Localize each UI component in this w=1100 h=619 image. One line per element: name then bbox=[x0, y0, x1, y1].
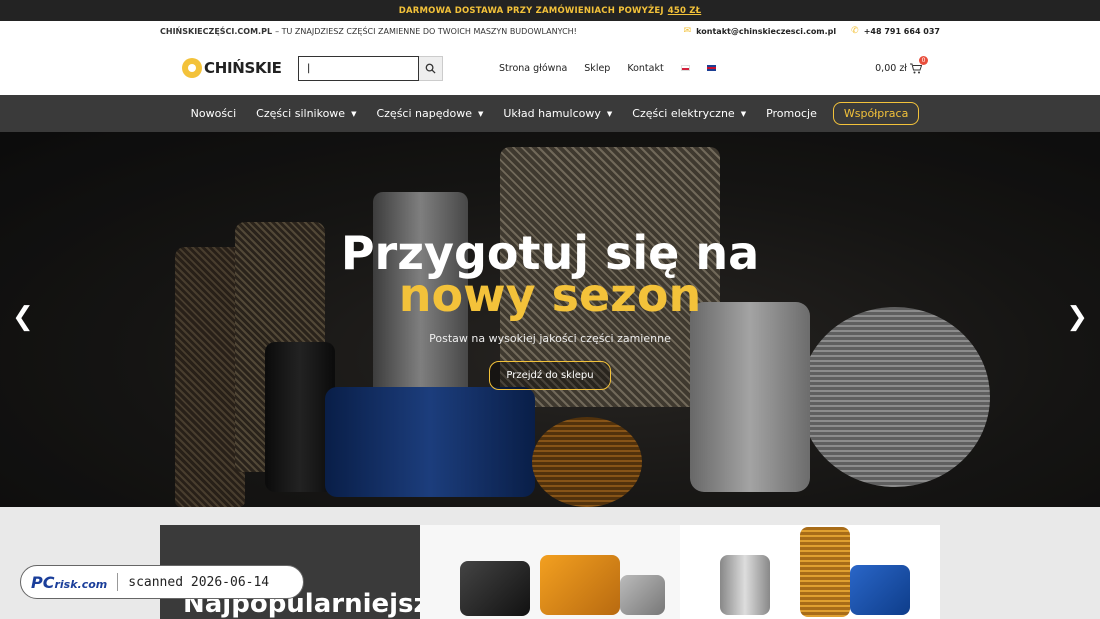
nav-promotions-label: Promocje bbox=[766, 107, 817, 120]
pcrisk-logo-suffix: risk.com bbox=[54, 577, 108, 591]
nav-promotions[interactable]: Promocje bbox=[756, 107, 827, 120]
category-card-parts[interactable] bbox=[420, 525, 680, 619]
nav-brake-system[interactable]: Układ hamulcowy ▼ bbox=[493, 107, 622, 120]
email-text: kontakt@chinskieczesci.com.pl bbox=[696, 26, 837, 36]
watermark-divider bbox=[117, 573, 119, 591]
topbar-tagline: – TU ZNAJDZIESZ CZĘŚCI ZAMIENNE DO TWOIC… bbox=[275, 26, 577, 36]
chevron-left-icon[interactable]: ❮ bbox=[12, 302, 34, 332]
polish-flag-icon[interactable] bbox=[680, 65, 690, 71]
phone-text: +48 791 664 037 bbox=[863, 26, 940, 36]
nav-drive-label: Części napędowe bbox=[376, 107, 472, 120]
site-logo[interactable]: CHIŃSKIE bbox=[182, 58, 292, 78]
product-image bbox=[540, 555, 620, 615]
scan-watermark: PCrisk.com scanned 2026-06-14 bbox=[20, 565, 304, 599]
mail-icon: ✉ bbox=[683, 26, 692, 36]
nav-new-label: Nowości bbox=[190, 107, 237, 120]
promo-bar: DARMOWA DOSTAWA PRZY ZAMÓWIENIACH POWYŻE… bbox=[0, 0, 1100, 21]
language-switcher bbox=[680, 65, 716, 71]
site-header: CHIŃSKIE Strona główna Sklep Kontakt 0,0… bbox=[0, 41, 1100, 95]
product-image bbox=[620, 575, 665, 615]
caret-down-icon: ▼ bbox=[740, 109, 747, 118]
cooperation-button[interactable]: Współpraca bbox=[832, 102, 920, 125]
nav-drive-parts[interactable]: Części napędowe ▼ bbox=[366, 107, 493, 120]
phone-icon: ✆ bbox=[851, 26, 859, 36]
hero-slider: Przygotuj się na nowy sezon Postaw na wy… bbox=[0, 132, 1100, 507]
cart-total: 0,00 zł bbox=[875, 62, 907, 74]
nav-engine-label: Części silnikowe bbox=[256, 107, 346, 120]
phone-link[interactable]: ✆ +48 791 664 037 bbox=[851, 26, 940, 36]
search-form bbox=[298, 55, 443, 81]
logo-text: CHIŃSKIE bbox=[204, 59, 282, 77]
chevron-right-icon[interactable]: ❯ bbox=[1066, 302, 1088, 332]
caret-down-icon: ▼ bbox=[477, 109, 484, 118]
promo-amount[interactable]: 450 ZŁ bbox=[668, 6, 702, 16]
caret-down-icon: ▼ bbox=[606, 109, 613, 118]
product-image bbox=[800, 527, 850, 617]
product-image bbox=[460, 561, 530, 616]
gear-logo-icon bbox=[182, 58, 202, 78]
header-nav: Strona główna Sklep Kontakt bbox=[499, 63, 664, 74]
pcrisk-logo: PCrisk.com bbox=[31, 573, 107, 592]
promo-text: DARMOWA DOSTAWA PRZY ZAMÓWIENIACH POWYŻE… bbox=[398, 5, 664, 16]
hero-title-line2: nowy sezon bbox=[398, 268, 702, 322]
product-image bbox=[720, 555, 770, 615]
nav-home[interactable]: Strona główna bbox=[499, 63, 567, 74]
nav-electrical-label: Części elektryczne bbox=[632, 107, 735, 120]
nav-electrical-parts[interactable]: Części elektryczne ▼ bbox=[622, 107, 756, 120]
search-input[interactable] bbox=[298, 55, 419, 81]
nav-contact[interactable]: Kontakt bbox=[627, 63, 663, 74]
nav-brake-label: Układ hamulcowy bbox=[503, 107, 601, 120]
hero-content: Przygotuj się na nowy sezon Postaw na wy… bbox=[0, 230, 1100, 390]
cart-widget[interactable]: 0,00 zł 0 bbox=[875, 55, 928, 74]
top-info-bar: CHIŃSKIECZĘŚCI.COM.PL – TU ZNAJDZIESZ CZ… bbox=[0, 21, 1100, 41]
email-link[interactable]: ✉ kontakt@chinskieczesci.com.pl bbox=[684, 26, 837, 36]
english-flag-icon[interactable] bbox=[706, 65, 716, 71]
product-image bbox=[850, 565, 910, 615]
category-card-filters[interactable] bbox=[680, 525, 940, 619]
pcrisk-logo-main: PC bbox=[31, 572, 55, 592]
scan-date-text: scanned 2026-06-14 bbox=[128, 574, 270, 590]
search-icon bbox=[425, 63, 436, 74]
hero-subtitle: Postaw na wysokiej jakości części zamien… bbox=[429, 332, 671, 345]
topbar-brand: CHIŃSKIECZĘŚCI.COM.PL bbox=[160, 26, 273, 36]
caret-down-icon: ▼ bbox=[351, 109, 357, 118]
search-button[interactable] bbox=[419, 55, 443, 81]
go-to-shop-button[interactable]: Przejdź do sklepu bbox=[489, 361, 611, 390]
nav-shop[interactable]: Sklep bbox=[584, 63, 610, 74]
nav-engine-parts[interactable]: Części silnikowe ▼ bbox=[246, 107, 366, 120]
nav-new[interactable]: Nowości bbox=[181, 107, 247, 120]
main-navigation: Nowości Części silnikowe ▼ Części napędow… bbox=[0, 95, 1100, 132]
cart-count-badge: 0 bbox=[919, 55, 928, 65]
